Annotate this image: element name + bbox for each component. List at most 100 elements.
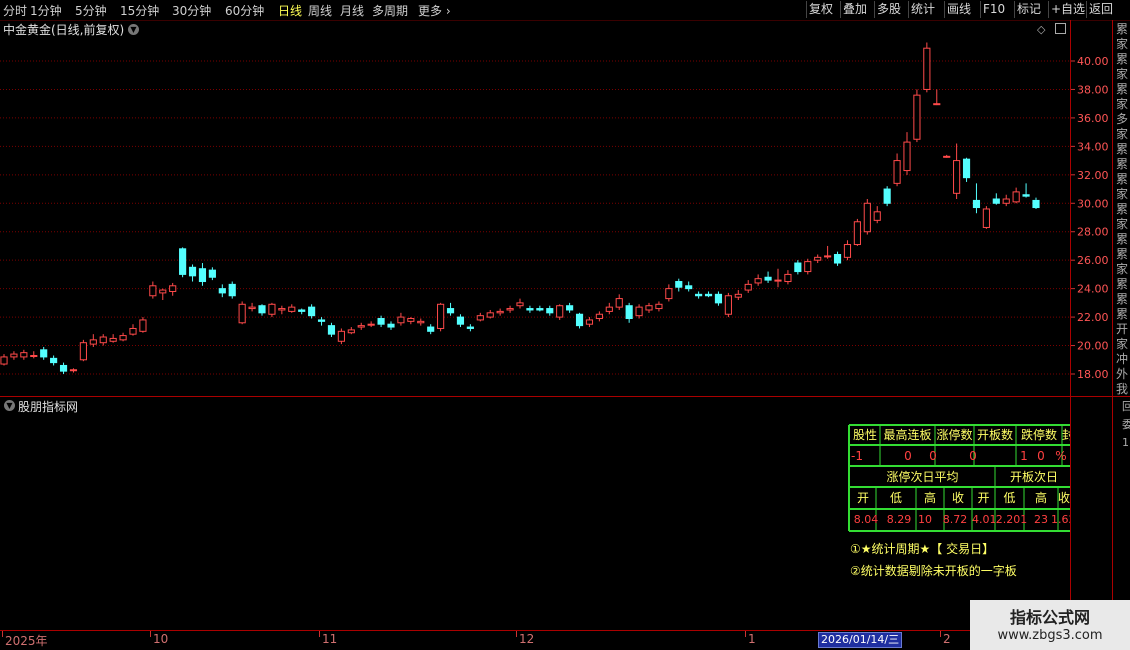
tab-daily[interactable]: 日线 (278, 2, 302, 19)
candle[interactable] (645, 302, 653, 313)
candle[interactable] (367, 321, 375, 328)
candle[interactable] (585, 317, 594, 328)
candle[interactable] (933, 89, 941, 106)
candle[interactable] (724, 292, 732, 318)
candle[interactable] (695, 291, 703, 299)
candle[interactable] (59, 362, 68, 374)
mark-button[interactable]: 标记 (1014, 1, 1043, 18)
candle[interactable] (863, 199, 871, 235)
tab-fenshi[interactable]: 分时 (3, 2, 27, 19)
candle[interactable] (218, 284, 226, 298)
tab-5min[interactable]: 5分钟 (75, 2, 107, 19)
candle[interactable] (397, 312, 405, 326)
f10-button[interactable]: F10 (980, 1, 1007, 18)
candle[interactable] (139, 317, 147, 333)
candle[interactable] (1002, 194, 1010, 207)
candle[interactable] (685, 281, 693, 292)
candle[interactable] (496, 308, 504, 316)
candle[interactable] (833, 251, 842, 266)
candle[interactable] (665, 284, 673, 302)
candle[interactable] (764, 271, 772, 283)
tab-multi-period[interactable]: 多周期 (372, 2, 408, 19)
candle[interactable] (10, 351, 18, 360)
candle[interactable] (99, 334, 107, 346)
tab-30min[interactable]: 30分钟 (172, 2, 211, 19)
candle[interactable] (1012, 187, 1020, 204)
candle[interactable] (794, 260, 802, 275)
candle[interactable] (208, 267, 216, 281)
candle[interactable] (655, 301, 663, 312)
chevron-down-icon[interactable]: ▼ (128, 24, 139, 35)
multi-stock-button[interactable]: 多股 (874, 1, 903, 18)
candle[interactable] (69, 368, 78, 373)
candle[interactable] (308, 304, 316, 319)
candle[interactable] (982, 206, 990, 229)
candle[interactable] (675, 278, 683, 292)
candle[interactable] (1022, 183, 1030, 198)
candle[interactable] (972, 183, 981, 214)
candle[interactable] (754, 274, 762, 286)
stats-button[interactable]: 统计 (908, 1, 937, 18)
candle[interactable] (407, 317, 415, 325)
candle[interactable] (288, 304, 296, 313)
candle[interactable] (0, 354, 8, 366)
candle[interactable] (149, 281, 157, 299)
candle[interactable] (446, 302, 455, 316)
candle[interactable] (347, 327, 355, 335)
price-chart[interactable]: 18.00 20.00 22.00 24.00 26.00 28.00 30.00 32.00… (0, 38, 1112, 396)
candle[interactable] (20, 349, 28, 360)
candle[interactable] (923, 42, 931, 93)
candle[interactable] (953, 143, 961, 200)
overlay-button[interactable]: 叠加 (840, 1, 869, 18)
candle[interactable] (516, 298, 524, 309)
window-icon[interactable] (1055, 23, 1066, 34)
candle[interactable] (566, 302, 574, 313)
candle[interactable] (873, 206, 881, 224)
candle[interactable] (109, 334, 117, 343)
candle[interactable] (119, 332, 127, 342)
candle[interactable] (595, 311, 603, 322)
candle[interactable] (774, 268, 782, 288)
back-button[interactable]: 返回 (1086, 1, 1115, 18)
candle[interactable] (943, 154, 951, 158)
candle[interactable] (30, 351, 38, 359)
tab-monthly[interactable]: 月线 (340, 2, 364, 19)
tab-weekly[interactable]: 周线 (308, 2, 332, 19)
candle[interactable] (129, 324, 137, 336)
candle[interactable] (179, 247, 187, 278)
chevron-down-icon[interactable]: ▼ (4, 400, 15, 411)
draw-line-button[interactable]: 画线 (944, 1, 973, 18)
candle[interactable] (913, 89, 921, 143)
candle[interactable] (506, 305, 514, 313)
candle[interactable] (89, 334, 97, 347)
candle[interactable] (814, 254, 822, 264)
tab-60min[interactable]: 60分钟 (225, 2, 264, 19)
candle[interactable] (417, 318, 425, 326)
candle[interactable] (427, 324, 435, 335)
candle[interactable] (992, 193, 1000, 205)
candle[interactable] (704, 291, 713, 298)
add-favorite-button[interactable]: +自选 (1048, 1, 1087, 18)
diamond-icon[interactable]: ◇ (1037, 23, 1045, 36)
candle[interactable] (40, 346, 48, 360)
candle[interactable] (278, 305, 286, 315)
candle[interactable] (962, 157, 971, 182)
candle[interactable] (50, 355, 58, 366)
candle[interactable] (824, 245, 832, 259)
candle[interactable] (625, 302, 633, 323)
candle[interactable] (853, 218, 861, 246)
candle[interactable] (744, 280, 752, 293)
candle[interactable] (188, 264, 197, 282)
candle[interactable] (605, 302, 613, 315)
tab-1min[interactable]: 1分钟 (30, 2, 62, 19)
candle[interactable] (387, 321, 395, 330)
candle[interactable] (79, 339, 87, 362)
candle[interactable] (476, 312, 484, 322)
candle[interactable] (268, 302, 276, 318)
candle[interactable] (456, 314, 465, 328)
candle[interactable] (327, 322, 336, 338)
candle[interactable] (635, 304, 643, 319)
candle[interactable] (843, 240, 852, 261)
candle[interactable] (228, 281, 236, 299)
candle[interactable] (556, 304, 564, 320)
